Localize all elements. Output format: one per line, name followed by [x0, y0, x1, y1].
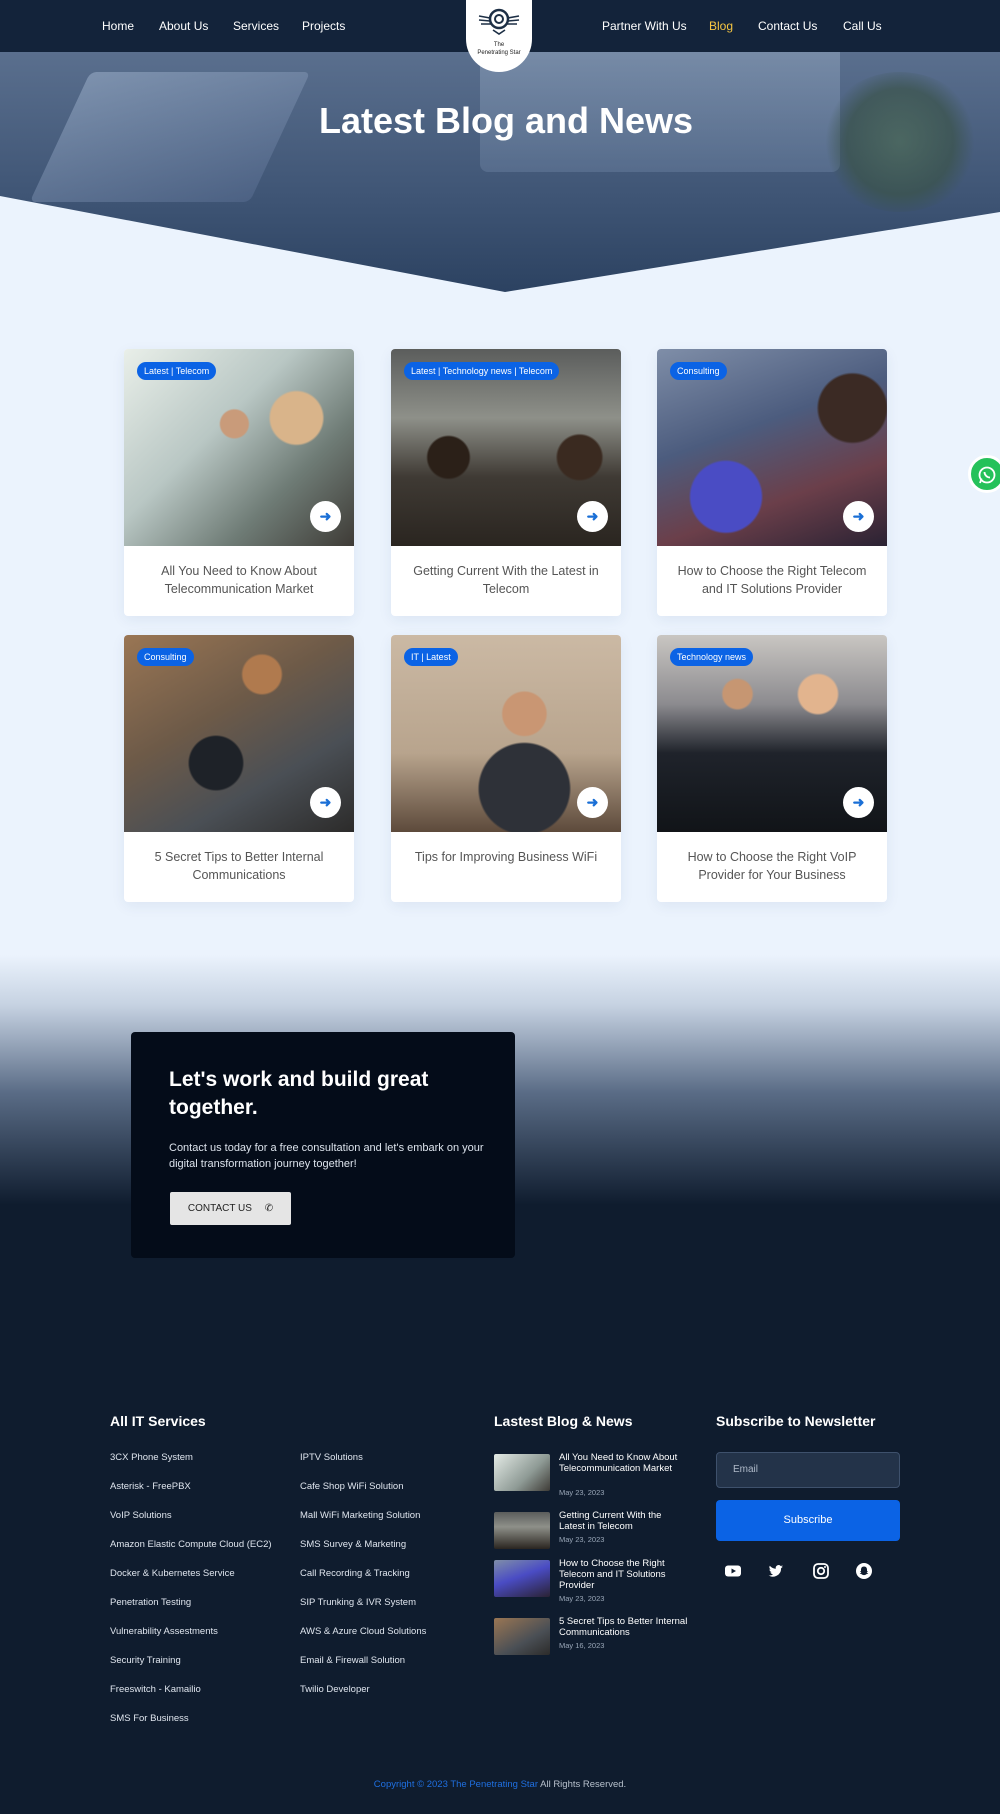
whatsapp-icon[interactable]	[968, 455, 1000, 493]
footer-blog-post[interactable]: Getting Current With the Latest in Telec…	[494, 1510, 694, 1560]
logo-text-line2: Penetrating Star	[477, 50, 521, 56]
cta-panel: Let's work and build great together. Con…	[131, 1032, 515, 1258]
footer-service-link[interactable]: Amazon Elastic Compute Cloud (EC2)	[110, 1539, 272, 1550]
blog-card-title[interactable]: 5 Secret Tips to Better Internal Communi…	[138, 848, 340, 884]
footer-service-link[interactable]: Vulnerability Assestments	[110, 1626, 218, 1637]
nav-contact-us[interactable]: Contact Us	[758, 19, 817, 33]
footer-blog-date: May 23, 2023	[559, 1535, 605, 1544]
footer-blog-title[interactable]: All You Need to Know About Telecommunica…	[559, 1452, 689, 1474]
blog-card[interactable]: Consulting ➜ 5 Secret Tips to Better Int…	[124, 635, 354, 902]
footer-services-heading: All IT Services	[110, 1413, 206, 1429]
footer-service-link[interactable]: Mall WiFi Marketing Solution	[300, 1510, 420, 1521]
copyright: Copyright © 2023 The Penetrating Star Al…	[0, 1779, 1000, 1790]
footer-service-link[interactable]: SMS Survey & Marketing	[300, 1539, 406, 1550]
arrow-right-icon[interactable]: ➜	[843, 787, 874, 818]
arrow-right-icon[interactable]: ➜	[577, 787, 608, 818]
blog-card-title[interactable]: How to Choose the Right Telecom and IT S…	[671, 562, 873, 598]
footer-service-link[interactable]: SIP Trunking & IVR System	[300, 1597, 416, 1608]
footer-service-link[interactable]: SMS For Business	[110, 1713, 189, 1724]
footer-blog-date: May 16, 2023	[559, 1641, 605, 1650]
arrow-right-icon[interactable]: ➜	[577, 501, 608, 532]
footer-blog-title[interactable]: How to Choose the Right Telecom and IT S…	[559, 1558, 689, 1591]
footer-blog-thumbnail	[494, 1512, 550, 1549]
blog-card-title[interactable]: Tips for Improving Business WiFi	[405, 848, 607, 866]
footer-blog-thumbnail	[494, 1618, 550, 1655]
footer-service-link[interactable]: Email & Firewall Solution	[300, 1655, 405, 1666]
nav-blog[interactable]: Blog	[709, 19, 733, 33]
blog-card-tag[interactable]: Technology news	[670, 648, 754, 666]
footer-blog-post[interactable]: All You Need to Know About Telecommunica…	[494, 1452, 694, 1502]
nav-about-us[interactable]: About Us	[159, 19, 208, 33]
youtube-icon[interactable]	[724, 1562, 742, 1580]
footer-service-link[interactable]: Security Training	[110, 1655, 181, 1666]
copyright-brand[interactable]: Copyright © 2023 The Penetrating Star	[374, 1779, 538, 1790]
blog-card-title[interactable]: How to Choose the Right VoIP Provider fo…	[671, 848, 873, 884]
nav-call-us[interactable]: Call Us	[843, 19, 882, 33]
snapchat-icon[interactable]	[855, 1562, 873, 1580]
site-logo[interactable]: The Penetrating Star	[466, 0, 532, 72]
blog-card-tag[interactable]: IT | Latest	[404, 648, 458, 666]
arrow-right-icon[interactable]: ➜	[310, 787, 341, 818]
blog-card[interactable]: Latest | Telecom ➜ All You Need to Know …	[124, 349, 354, 616]
blog-card[interactable]: Consulting ➜ How to Choose the Right Tel…	[657, 349, 887, 616]
blog-card-tag[interactable]: Latest | Technology news | Telecom	[404, 362, 560, 380]
footer-blog-thumbnail	[494, 1454, 550, 1491]
newsletter-email-input[interactable]: Email	[716, 1452, 900, 1488]
footer-service-link[interactable]: Docker & Kubernetes Service	[110, 1568, 235, 1579]
copyright-rights: All Rights Reserved.	[540, 1779, 627, 1790]
page-title: Latest Blog and News	[318, 100, 694, 141]
footer-service-link[interactable]: Twilio Developer	[300, 1684, 370, 1695]
footer-blog-post[interactable]: 5 Secret Tips to Better Internal Communi…	[494, 1616, 694, 1666]
nav-home[interactable]: Home	[102, 19, 134, 33]
blog-card-title[interactable]: Getting Current With the Latest in Telec…	[405, 562, 607, 598]
footer-blog-date: May 23, 2023	[559, 1488, 605, 1497]
instagram-icon[interactable]	[812, 1562, 830, 1580]
contact-us-button-label: CONTACT US	[187, 1203, 252, 1214]
blog-card-tag[interactable]: Latest | Telecom	[137, 362, 217, 380]
footer-blog-heading: Lastest Blog & News	[494, 1413, 633, 1429]
blog-card[interactable]: Latest | Technology news | Telecom ➜ Get…	[391, 349, 621, 616]
subscribe-button[interactable]: Subscribe	[716, 1500, 900, 1541]
logo-text-line1: The	[493, 42, 505, 48]
footer-blog-title[interactable]: 5 Secret Tips to Better Internal Communi…	[559, 1616, 689, 1638]
blog-card-title[interactable]: All You Need to Know About Telecommunica…	[138, 562, 340, 598]
footer-blog-title[interactable]: Getting Current With the Latest in Telec…	[559, 1510, 689, 1532]
nav-services[interactable]: Services	[233, 19, 279, 33]
footer-service-link[interactable]: IPTV Solutions	[300, 1452, 363, 1463]
twitter-icon[interactable]	[767, 1562, 785, 1580]
arrow-right-icon[interactable]: ➜	[310, 501, 341, 532]
cta-title: Let's work and build great together.	[169, 1068, 429, 1119]
cta-text: Contact us today for a free consultation…	[169, 1142, 484, 1170]
blog-card-tag[interactable]: Consulting	[137, 648, 194, 666]
footer-service-link[interactable]: Cafe Shop WiFi Solution	[300, 1481, 404, 1492]
footer-service-link[interactable]: Asterisk - FreePBX	[110, 1481, 191, 1492]
footer-service-link[interactable]: Penetration Testing	[110, 1597, 191, 1608]
footer-blog-post[interactable]: How to Choose the Right Telecom and IT S…	[494, 1558, 694, 1608]
footer-blog-thumbnail	[494, 1560, 550, 1597]
nav-projects[interactable]: Projects	[302, 19, 345, 33]
blog-card[interactable]: IT | Latest ➜ Tips for Improving Busines…	[391, 635, 621, 902]
footer-service-link[interactable]: AWS & Azure Cloud Solutions	[300, 1626, 426, 1637]
footer-blog-date: May 23, 2023	[559, 1594, 605, 1603]
blog-card-tag[interactable]: Consulting	[670, 362, 727, 380]
logo-emblem-icon	[478, 8, 520, 35]
footer-service-link[interactable]: Freeswitch - Kamailio	[110, 1684, 201, 1695]
nav-partner-with-us[interactable]: Partner With Us	[602, 19, 687, 33]
contact-us-button[interactable]: CONTACT US ✆	[170, 1192, 291, 1225]
footer-newsletter-heading: Subscribe to Newsletter	[716, 1413, 876, 1429]
phone-icon: ✆	[264, 1203, 274, 1214]
blog-card[interactable]: Technology news ➜ How to Choose the Righ…	[657, 635, 887, 902]
footer-service-link[interactable]: 3CX Phone System	[110, 1452, 193, 1463]
footer-service-link[interactable]: Call Recording & Tracking	[300, 1568, 410, 1579]
footer-service-link[interactable]: VoIP Solutions	[110, 1510, 172, 1521]
arrow-right-icon[interactable]: ➜	[843, 501, 874, 532]
